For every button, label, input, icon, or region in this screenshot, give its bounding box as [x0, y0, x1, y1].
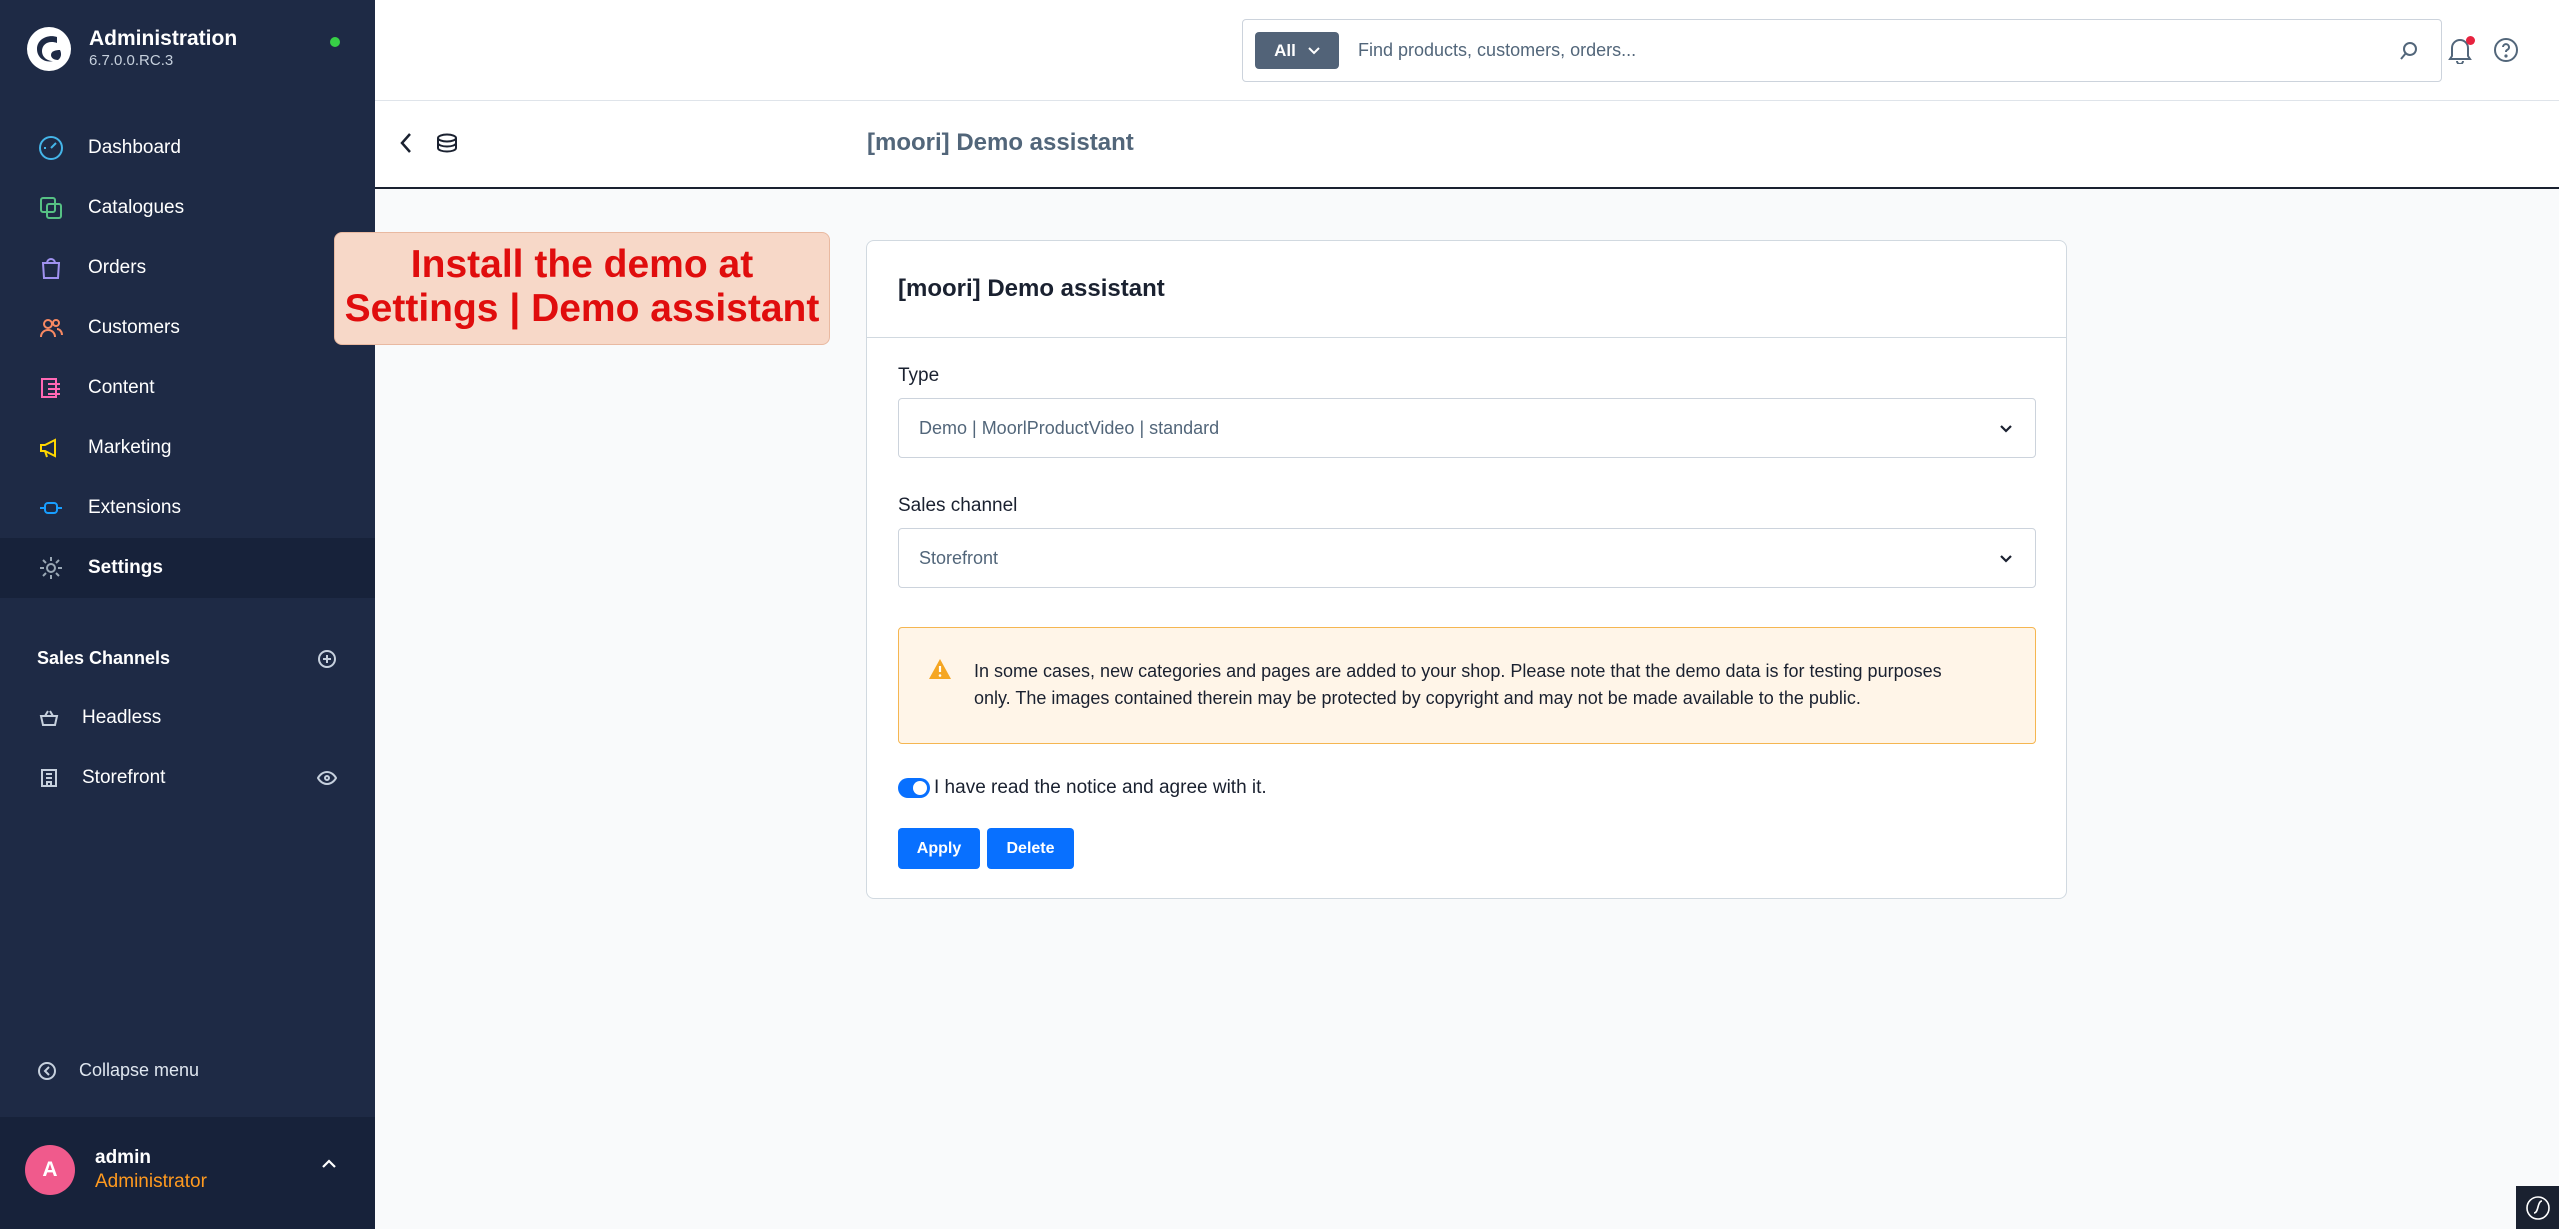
- nav-label: Marketing: [88, 437, 172, 458]
- type-select[interactable]: Demo | MoorlProductVideo | standard: [898, 398, 2036, 458]
- nav-label: Content: [88, 377, 155, 398]
- storefront-icon: [38, 767, 60, 789]
- gear-icon: [38, 555, 64, 581]
- app-title: Administration: [89, 27, 238, 50]
- content-icon: [38, 375, 64, 401]
- type-label: Type: [898, 365, 940, 386]
- type-select-value: Demo | MoorlProductVideo | standard: [919, 417, 1220, 438]
- megaphone-icon: [38, 435, 64, 461]
- search-input[interactable]: [1358, 40, 2399, 61]
- nav-item-extensions[interactable]: Extensions: [0, 478, 375, 538]
- collapse-label: Collapse menu: [79, 1060, 200, 1080]
- warning-text-line-2: only. The images contained therein may b…: [974, 688, 1861, 708]
- chevron-down-icon: [2000, 554, 2012, 563]
- warning-text: In some cases, new categories and pages …: [974, 658, 2004, 712]
- nav-item-dashboard[interactable]: Dashboard: [0, 118, 375, 178]
- demo-assistant-card: [moori] Demo assistant Type Demo | Moorl…: [866, 240, 2067, 899]
- nav-label: Customers: [88, 317, 180, 338]
- brand[interactable]: Administration 6.7.0.0.RC.3: [26, 26, 237, 72]
- sidebar: Administration 6.7.0.0.RC.3 Dashboard Ca…: [0, 0, 375, 1229]
- basket-icon: [38, 707, 60, 729]
- nav-item-settings[interactable]: Settings: [0, 538, 375, 598]
- catalogue-icon: [38, 195, 64, 221]
- avatar: A: [25, 1145, 75, 1195]
- shopware-logo-icon: [27, 27, 71, 71]
- database-icon: [437, 133, 457, 153]
- collapse-circle-icon: [38, 1061, 56, 1080]
- card-title: [moori] Demo assistant: [898, 275, 1165, 302]
- global-search: All: [1242, 19, 2442, 82]
- nav-label: Settings: [88, 557, 163, 578]
- collapse-menu[interactable]: Collapse menu: [37, 1060, 199, 1081]
- sales-channel-label: Storefront: [82, 767, 166, 788]
- notification-dot: [2466, 36, 2475, 45]
- sales-channel-storefront[interactable]: Storefront: [0, 748, 375, 808]
- users-icon: [38, 315, 64, 341]
- eye-icon[interactable]: [317, 771, 337, 785]
- user-role: Administrator: [95, 1171, 207, 1192]
- user-name: admin: [95, 1147, 151, 1168]
- symfony-toolbar-icon[interactable]: [2516, 1186, 2559, 1229]
- sales-channels-title: Sales Channels: [37, 648, 171, 668]
- search-type-dropdown[interactable]: All: [1255, 32, 1339, 69]
- nav-label: Extensions: [88, 497, 181, 518]
- page-header: [moori] Demo assistant: [375, 101, 2559, 189]
- nav-item-catalogues[interactable]: Catalogues: [0, 178, 375, 238]
- search-type-label: All: [1274, 40, 1296, 60]
- nav-item-content[interactable]: Content: [0, 358, 375, 418]
- back-arrow-icon[interactable]: [399, 131, 413, 155]
- sales-channel-select[interactable]: Storefront: [898, 528, 2036, 588]
- annotation-callout: Install the demo at Settings | Demo assi…: [334, 232, 830, 345]
- main-nav: Dashboard Catalogues Orders Customers Co…: [0, 118, 375, 598]
- status-indicator: [330, 37, 340, 47]
- gauge-icon: [38, 135, 64, 161]
- shopping-bag-icon: [38, 255, 64, 281]
- sales-channel-headless[interactable]: Headless: [0, 688, 375, 748]
- annotation-line-1: Install the demo at: [410, 243, 754, 286]
- page-title: [moori] Demo assistant: [867, 129, 1134, 156]
- consent-label: I have read the notice and agree with it…: [934, 777, 1267, 798]
- sales-channel-label: Sales channel: [898, 495, 1018, 516]
- chevron-down-icon: [2000, 424, 2012, 433]
- sales-channels-header: Sales Channels: [37, 648, 337, 669]
- card-divider: [867, 337, 2066, 338]
- nav-item-marketing[interactable]: Marketing: [0, 418, 375, 478]
- annotation-line-2: Settings | Demo assistant: [344, 287, 820, 330]
- sales-channel-label: Headless: [82, 707, 162, 728]
- help-icon[interactable]: [2493, 37, 2519, 63]
- search-icon[interactable]: [2399, 41, 2419, 61]
- chevron-down-icon: [1308, 46, 1320, 54]
- nav-label: Orders: [88, 257, 147, 278]
- nav-item-customers[interactable]: Customers: [0, 298, 375, 358]
- warning-icon: [929, 659, 951, 679]
- delete-button[interactable]: Delete: [987, 828, 1074, 869]
- sales-channel-list: Headless Storefront: [0, 688, 375, 808]
- plug-icon: [38, 495, 64, 521]
- warning-notice: In some cases, new categories and pages …: [898, 627, 2036, 744]
- chevron-up-icon[interactable]: [321, 1159, 337, 1169]
- nav-label: Catalogues: [88, 197, 185, 218]
- app-version: 6.7.0.0.RC.3: [89, 52, 174, 69]
- nav-item-orders[interactable]: Orders: [0, 238, 375, 298]
- consent-toggle[interactable]: [898, 778, 930, 798]
- add-circle-icon[interactable]: [317, 649, 337, 669]
- user-menu[interactable]: A admin Administrator: [0, 1117, 375, 1229]
- consent-toggle-row[interactable]: I have read the notice and agree with it…: [898, 777, 1267, 799]
- apply-button[interactable]: Apply: [898, 828, 980, 869]
- nav-label: Dashboard: [88, 137, 181, 158]
- sales-channel-select-value: Storefront: [919, 547, 999, 568]
- warning-text-line-1: In some cases, new categories and pages …: [974, 661, 1942, 681]
- top-bar: All: [375, 0, 2559, 101]
